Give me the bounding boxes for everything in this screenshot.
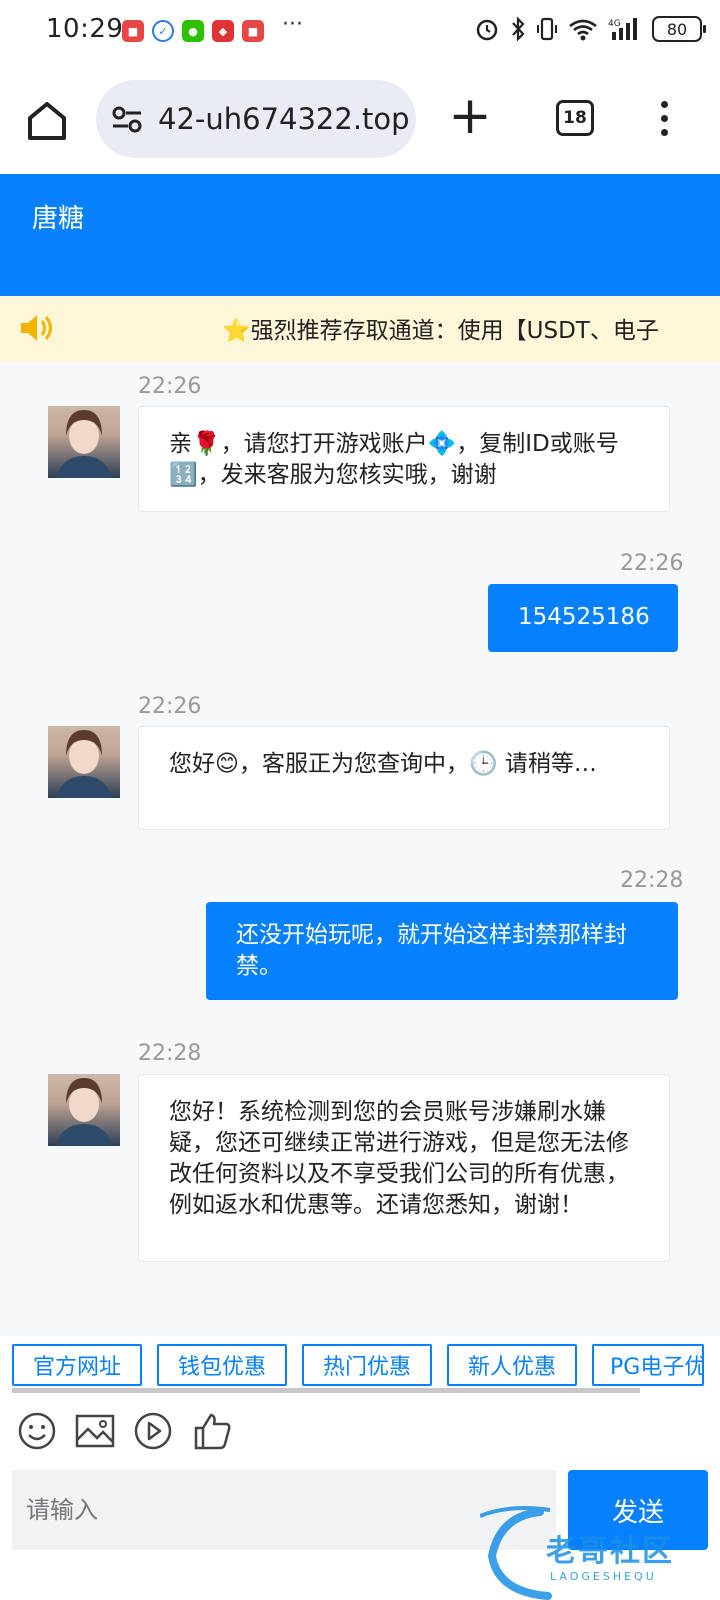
browser-toolbar: 42-uh674322.top + 18 (0, 66, 720, 174)
watermark-logo: 老哥社区 LAOGESHEQU (479, 1496, 710, 1600)
battery-icon: 80 (652, 16, 706, 42)
url-text[interactable]: 42-uh674322.top (158, 102, 408, 136)
address-bar[interactable]: 42-uh674322.top (96, 80, 416, 158)
image-icon[interactable] (74, 1410, 116, 1452)
svg-text:4G: 4G (608, 19, 621, 29)
vibrate-icon (537, 17, 557, 41)
horizontal-scrollbar[interactable] (12, 1388, 640, 1393)
wifi-icon (569, 19, 597, 41)
quick-button-hot-promo[interactable]: 热门优惠 (302, 1344, 432, 1386)
shield-notification-icon: ✓ (152, 20, 174, 42)
quick-reply-bar: 官方网址 钱包优惠 热门优惠 新人优惠 PG电子优 (0, 1336, 720, 1396)
app-notification-icon: ■ (242, 20, 264, 42)
message-time: 22:28 (138, 1041, 202, 1066)
alarm-icon (476, 19, 498, 41)
quick-button-wallet-promo[interactable]: 钱包优惠 (157, 1344, 287, 1386)
agent-avatar (48, 406, 120, 478)
message-bubble-user: 154525186 (488, 584, 678, 652)
message-time: 22:26 (138, 374, 202, 399)
wechat-notification-icon: ● (182, 20, 204, 42)
message-time: 22:28 (620, 868, 684, 893)
app-notification-icon: ■ (122, 20, 144, 42)
message-input[interactable] (12, 1470, 556, 1550)
message-time: 22:26 (620, 551, 684, 576)
tab-switcher-button[interactable]: 18 (556, 100, 594, 136)
message-bubble-agent: 您好😊，客服正为您查询中，🕒 请稍等… (138, 726, 670, 830)
notice-text: ⭐强烈推荐存取通道：使用【USDT、电子 (222, 318, 659, 344)
message-time: 22:26 (138, 694, 202, 719)
watermark-text: 老哥社区 (546, 1534, 674, 1569)
composer-tools (0, 1396, 720, 1468)
chat-header: 唐糖 (0, 174, 720, 296)
speaker-icon (21, 315, 52, 341)
home-icon[interactable] (22, 96, 72, 146)
notice-banner[interactable]: ⭐强烈推荐存取通道：使用【USDT、电子 (0, 296, 720, 362)
bluetooth-icon (512, 16, 525, 42)
quick-button-newcomer-promo[interactable]: 新人优惠 (447, 1344, 577, 1386)
message-bubble-agent: 亲🌹，请您打开游戏账户💠，复制ID或账号🔢，发来客服为您核实哦，谢谢 (138, 406, 670, 512)
quick-button-pg-games[interactable]: PG电子优 (592, 1344, 704, 1386)
watermark-subtext: LAOGESHEQU (550, 1570, 657, 1583)
message-bubble-user: 还没开始玩呢，就开始这样封禁那样封禁。 (206, 902, 678, 1000)
smile-icon[interactable] (16, 1410, 58, 1452)
agent-avatar (48, 726, 120, 798)
status-time: 10:29 (46, 14, 124, 44)
more-notifications-icon: ··· (282, 12, 303, 37)
status-bar: 10:29 ■ ✓ ● ◆ ■ ··· 4G 80 (0, 0, 720, 66)
play-icon[interactable] (132, 1410, 174, 1452)
chat-area: 22:26 亲🌹，请您打开游戏账户💠，复制ID或账号🔢，发来客服为您核实哦，谢谢… (0, 362, 720, 1336)
agent-avatar (48, 1074, 120, 1146)
message-bubble-agent: 您好！系统检测到您的会员账号涉嫌刷水嫌疑，您还可继续正常进行游戏，但是您无法修改… (138, 1074, 670, 1262)
thumbs-up-icon[interactable] (192, 1410, 234, 1452)
new-tab-button[interactable]: + (448, 90, 492, 142)
signal-icon: 4G (608, 18, 637, 40)
site-settings-icon[interactable] (110, 102, 144, 136)
app-notification-icon: ◆ (212, 20, 234, 42)
agent-name: 唐糖 (32, 204, 85, 234)
status-app-icons: ■ ✓ ● ◆ ■ (122, 20, 264, 42)
quick-button-official-site[interactable]: 官方网址 (12, 1344, 142, 1386)
status-indicators: 4G 80 (474, 16, 706, 42)
more-menu-icon[interactable] (654, 98, 674, 142)
